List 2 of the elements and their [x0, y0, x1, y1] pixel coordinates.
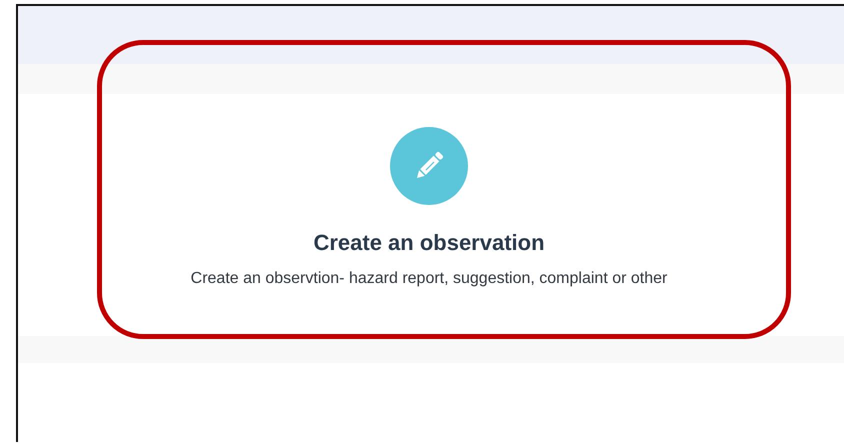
card-title: Create an observation — [313, 230, 545, 256]
card-description: Create an observtion- hazard report, suggestion, complaint or other — [190, 270, 668, 288]
